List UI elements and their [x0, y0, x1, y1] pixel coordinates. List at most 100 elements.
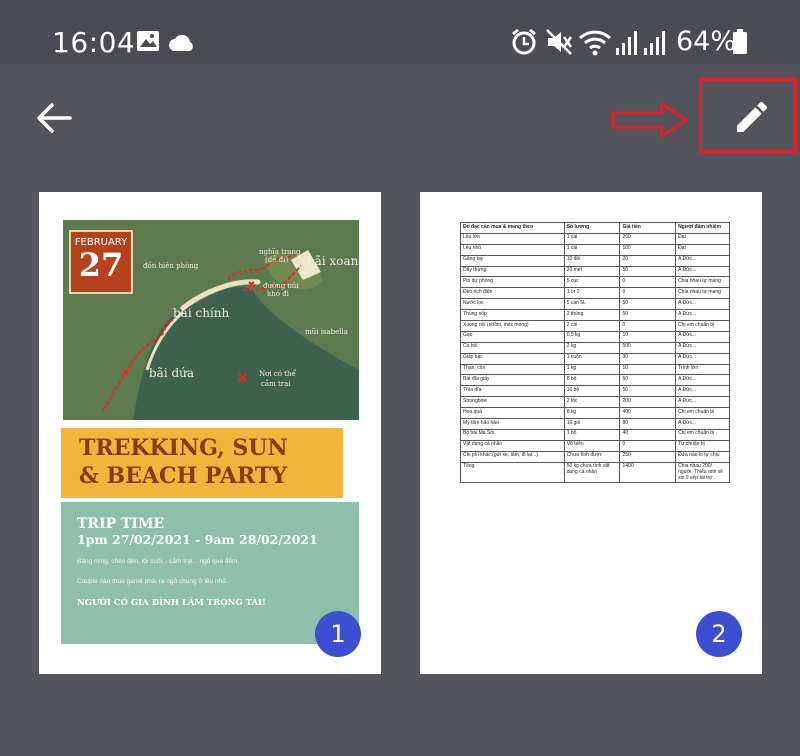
table-cell: 80	[619, 418, 677, 430]
table-cell: 10 đôi	[563, 254, 621, 267]
table-cell: 0	[619, 320, 677, 332]
poster-title-line-2: & BEACH PARTY	[79, 463, 287, 489]
annotation-highlight-box	[699, 78, 797, 153]
table-cell: A Đức...	[675, 352, 730, 365]
table-header-row: Đồ đạc cần mua & mang theo Số lượng Giá …	[460, 222, 730, 234]
cloud-icon	[168, 34, 196, 57]
table-cell: 50	[619, 298, 677, 311]
table-cell: Xoong nồi (nhôm, inox mỏng)	[460, 320, 565, 332]
table-cell: 50	[619, 374, 677, 387]
table-row: Bát đĩa giấy 8 bộ 50 A Đức...	[460, 374, 730, 387]
table-row: Tổng 50 kg chưa tính vật dụng cá nhân 1400…	[460, 461, 730, 483]
table-cell: 1 bộ	[563, 428, 621, 441]
table-cell: A Đức...	[675, 330, 730, 343]
back-button[interactable]	[30, 96, 78, 144]
table-row: Thùng xốp 2 thùng 50 A Đức...	[460, 309, 730, 322]
page-number-badge[interactable]: 2	[696, 611, 742, 657]
table-cell: Lều lớn	[460, 232, 565, 245]
table-cell: 5 can 5L	[563, 298, 621, 311]
table-cell: Chia nhau tự mang	[675, 287, 730, 300]
table-cell: 50	[619, 265, 677, 278]
map-label: mũi isabella	[305, 328, 348, 336]
table-cell: Bát đĩa giấy	[460, 374, 565, 387]
page-number-badge[interactable]: 1	[315, 611, 361, 657]
table-cell: Hoa quả	[460, 407, 565, 420]
table-cell: 5 cục	[563, 276, 621, 289]
table-cell: A Đức...	[675, 418, 730, 430]
table-cell: A Đức...	[675, 265, 730, 278]
table-cell: 50	[619, 309, 677, 322]
trip-rule: Couple nào thua game phải ra ngủ chung ở…	[77, 578, 228, 585]
table-row: Pin dự phòng 5 cục 0 Chia nhau tự mang	[460, 276, 730, 289]
annotation-arrow-icon	[610, 100, 690, 145]
page-thumbnail-1[interactable]: FEBRUARY 27 đồn biên phòng nghĩa trang (…	[39, 192, 381, 674]
table-cell: 10	[619, 363, 677, 376]
table-cell: Giấy bạc	[460, 352, 565, 365]
table-row: Bộ bài Ma Sói 1 bộ 40 Chị em chuẩn bị	[460, 428, 730, 441]
table-cell: Chị em chuẩn bị	[675, 428, 730, 441]
table-cell: Chi phí khác (gửi xe, tắm, đi lại...)	[460, 450, 565, 463]
table-cell: Mỳ tôm hảo hảo	[460, 418, 565, 430]
table-row: Mỳ tôm hảo hảo 16 gói 80 A Đức...	[460, 418, 730, 430]
table-cell: Cá hồi	[460, 341, 565, 354]
table-cell: Đạt	[675, 232, 730, 245]
table-cell: 8 kg	[563, 407, 621, 420]
poster-map: FEBRUARY 27 đồn biên phòng nghĩa trang (…	[63, 220, 359, 420]
table-cell: Vô biên	[563, 439, 621, 452]
table-header-cell: Người đảm nhiệm	[675, 222, 730, 234]
table-cell: 400	[619, 407, 677, 420]
table-row: Lều nhỏ 1 cái 100 Đạt	[460, 243, 730, 256]
table-row: Hoa quả 8 kg 400 Chị em chuẩn bị	[460, 407, 730, 420]
table-row: Găng tay 10 đôi 20 A Đức...	[460, 254, 730, 267]
supplies-table: Đồ đạc cần mua & mang theo Số lượng Giá …	[460, 222, 730, 483]
table-row: Chi phí khác (gửi xe, tắm, đi lại...) Chư…	[460, 450, 730, 463]
table-row: Nước lọc 5 can 5L 50 A Đức...	[460, 298, 730, 311]
wifi-icon	[578, 28, 612, 61]
table-cell: 1 cái	[563, 243, 621, 256]
alarm-icon	[510, 28, 538, 61]
table-cell: A Đức...	[675, 396, 730, 409]
table-row: Giấy bạc 1 cuộn 30 A Đức...	[460, 352, 730, 365]
table-cell: Gạo	[460, 330, 565, 343]
table-cell: 50 kg chưa tính vật dụng cá nhân	[563, 461, 621, 483]
poster-title: TREKKING, SUN & BEACH PARTY	[79, 434, 339, 490]
table-body: Lều lớn 1 cái 260 Đạt Lều nhỏ 1 cái 100 Đạt Găng…	[460, 232, 730, 483]
map-label: đồn biên phòng	[143, 262, 199, 270]
table-cell: 10	[619, 330, 677, 343]
table-row: Strongbow 2 lốc 200 A Đức...	[460, 396, 730, 409]
table-cell: 500	[619, 341, 677, 354]
table-cell: 1 kg	[563, 363, 621, 376]
table-cell: Chia nhau 200/ người. Thiếu anh sẽ xin 2…	[675, 461, 730, 483]
table-cell: 16 gói	[563, 418, 621, 430]
table-cell: 0,5 kg	[563, 330, 621, 343]
table-row: Xoong nồi (nhôm, inox mỏng) 2 cái 0 Chị em …	[460, 320, 730, 332]
map-label: bãi chính	[173, 306, 230, 320]
map-label: cắm trại	[261, 380, 291, 388]
table-cell: Thùng xốp	[460, 309, 565, 322]
table-cell: 20 mét	[563, 265, 621, 278]
table-cell: A Đức...	[675, 309, 730, 322]
table-cell: Tự chuẩn bị	[675, 439, 730, 452]
battery-icon	[732, 29, 748, 60]
page-thumbnail-2[interactable]: Đồ đạc cần mua & mang theo Số lượng Giá …	[420, 192, 762, 674]
poster-title-line-1: TREKKING, SUN	[79, 435, 288, 461]
signal-icon-2	[642, 30, 666, 61]
map-label: nghĩa trang	[259, 248, 301, 256]
table-cell: Bộ bài Ma Sói	[460, 428, 565, 441]
table-cell: Chia nhau tự mang	[675, 276, 730, 289]
status-time: 16:04	[52, 26, 136, 59]
table-header-cell: Số lượng	[563, 222, 621, 234]
map-label: bãi dứa	[149, 366, 195, 380]
table-row: Đèn tích điện 1 or 2 0 Chia nhau tự mang	[460, 287, 730, 300]
table-cell: 0	[619, 287, 677, 300]
map-label: khó đi	[267, 290, 289, 298]
table-cell: Găng tay	[460, 254, 565, 267]
table-cell: Dây thừng	[460, 265, 565, 278]
table-cell: Tổng	[460, 461, 565, 483]
table-cell: Trình lớn	[675, 363, 730, 376]
table-cell: 8 bộ	[563, 374, 621, 387]
arrow-left-icon	[36, 102, 72, 139]
table-cell: 250	[619, 450, 677, 463]
trip-time: 1pm 27/02/2021 - 9am 28/02/2021	[77, 532, 318, 547]
table-cell: A Đức...	[675, 385, 730, 398]
